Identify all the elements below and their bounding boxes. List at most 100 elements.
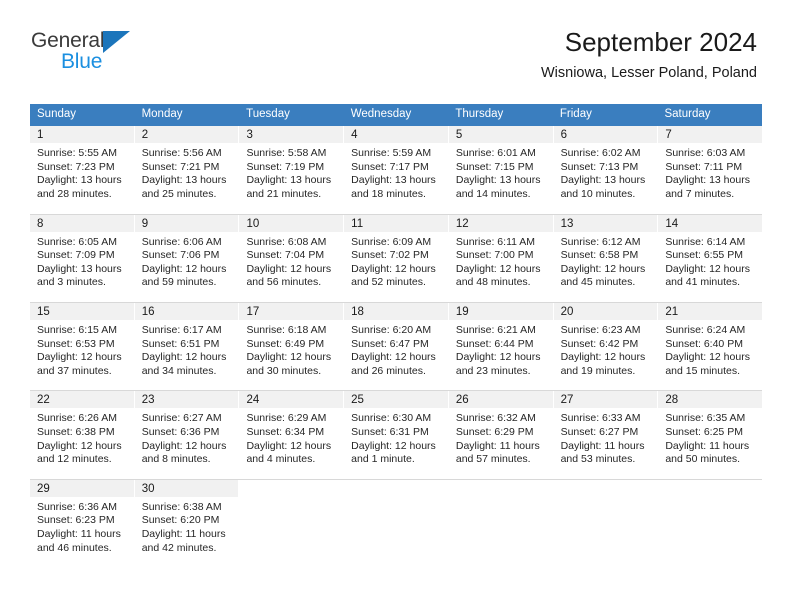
day-number: 5 bbox=[448, 126, 553, 144]
weekday-header-wednesday: Wednesday bbox=[343, 104, 449, 127]
sunrise-text: Sunrise: 6:15 AM bbox=[37, 323, 117, 336]
day-number: 13 bbox=[553, 214, 658, 232]
day-cell[interactable]: 27 Sunrise: 6:33 AM Sunset: 6:27 PM Dayligh… bbox=[553, 391, 659, 473]
day-cell[interactable]: 21 Sunrise: 6:24 AM Sunset: 6:40 PM Dayligh… bbox=[658, 302, 763, 385]
day-cell[interactable]: 8 Sunrise: 6:05 AM Sunset: 7:09 PM Daylight… bbox=[30, 214, 135, 296]
brand-line-1-wrapper: General bbox=[31, 29, 131, 53]
day-cell[interactable]: 2 Sunrise: 5:56 AM Sunset: 7:21 PM Daylight… bbox=[134, 126, 240, 208]
triangle-flag-icon bbox=[103, 31, 131, 53]
day-cell[interactable]: 28 Sunrise: 6:35 AM Sunset: 6:25 PM Dayligh… bbox=[658, 391, 763, 473]
day-details: Sunrise: 6:29 AM Sunset: 6:34 PM Daylight:… bbox=[239, 408, 343, 472]
day-cell[interactable]: 16 Sunrise: 6:17 AM Sunset: 6:51 PM Dayligh… bbox=[134, 302, 240, 385]
day-cell[interactable]: 29 Sunrise: 6:36 AM Sunset: 6:23 PM Dayligh… bbox=[30, 479, 135, 562]
day-number bbox=[554, 480, 658, 497]
sunrise-text: Sunrise: 6:27 AM bbox=[141, 412, 222, 425]
page-title: September 2024 bbox=[564, 27, 757, 57]
daylight-text-line1: Daylight: 13 hours bbox=[351, 174, 436, 187]
sunset-text: Sunset: 7:23 PM bbox=[37, 160, 115, 173]
daylight-text-line1: Daylight: 11 hours bbox=[665, 439, 750, 452]
day-cell[interactable]: 10 Sunrise: 6:08 AM Sunset: 7:04 PM Dayligh… bbox=[239, 214, 345, 296]
day-number: 21 bbox=[658, 302, 763, 320]
weekday-header-tuesday: Tuesday bbox=[239, 104, 344, 127]
day-number: 16 bbox=[134, 302, 239, 320]
sunrise-text: Sunrise: 6:08 AM bbox=[246, 235, 327, 248]
day-details: Sunrise: 5:55 AM Sunset: 7:23 PM Daylight:… bbox=[30, 143, 134, 207]
day-details bbox=[554, 497, 658, 561]
day-cell[interactable]: 7 Sunrise: 6:03 AM Sunset: 7:11 PM Daylight… bbox=[658, 126, 763, 208]
daylight-text-line1: Daylight: 11 hours bbox=[560, 439, 645, 452]
daylight-text-line2: and 12 minutes. bbox=[37, 453, 112, 466]
day-cell[interactable]: 19 Sunrise: 6:21 AM Sunset: 6:44 PM Dayligh… bbox=[448, 302, 554, 385]
day-cell[interactable]: 26 Sunrise: 6:32 AM Sunset: 6:29 PM Dayligh… bbox=[448, 391, 554, 473]
daylight-text-line2: and 10 minutes. bbox=[560, 188, 636, 200]
day-cell[interactable]: 9 Sunrise: 6:06 AM Sunset: 7:06 PM Daylight… bbox=[134, 214, 240, 296]
sunrise-text: Sunrise: 6:05 AM bbox=[37, 235, 117, 248]
sunset-text: Sunset: 6:38 PM bbox=[37, 425, 115, 438]
daylight-text-line1: Daylight: 12 hours bbox=[560, 262, 646, 275]
day-cell[interactable]: 24 Sunrise: 6:29 AM Sunset: 6:34 PM Dayligh… bbox=[239, 391, 345, 473]
day-number: 8 bbox=[30, 214, 134, 232]
daylight-text-line1: Daylight: 11 hours bbox=[37, 527, 121, 540]
day-number: 20 bbox=[553, 302, 658, 320]
day-number: 18 bbox=[344, 302, 448, 320]
day-details: Sunrise: 6:26 AM Sunset: 6:38 PM Daylight:… bbox=[30, 408, 134, 472]
daylight-text-line1: Daylight: 13 hours bbox=[665, 174, 750, 187]
weekday-header-sunday: Sunday bbox=[30, 104, 135, 127]
sunrise-text: Sunrise: 6:18 AM bbox=[246, 323, 327, 336]
day-details: Sunrise: 6:09 AM Sunset: 7:02 PM Daylight:… bbox=[344, 232, 448, 296]
day-details: Sunrise: 6:30 AM Sunset: 6:31 PM Daylight:… bbox=[344, 408, 448, 472]
day-number bbox=[239, 480, 343, 497]
day-number: 23 bbox=[134, 391, 239, 409]
day-details: Sunrise: 6:14 AM Sunset: 6:55 PM Daylight:… bbox=[658, 232, 762, 296]
day-cell[interactable]: 25 Sunrise: 6:30 AM Sunset: 6:31 PM Dayligh… bbox=[344, 391, 449, 473]
sunrise-text: Sunrise: 6:32 AM bbox=[455, 412, 536, 425]
sunset-text: Sunset: 6:40 PM bbox=[665, 337, 743, 350]
day-cell[interactable]: 30 Sunrise: 6:38 AM Sunset: 6:20 PM Dayligh… bbox=[134, 479, 240, 562]
day-cell[interactable]: 5 Sunrise: 6:01 AM Sunset: 7:15 PM Daylight… bbox=[448, 126, 554, 208]
day-details: Sunrise: 6:20 AM Sunset: 6:47 PM Daylight:… bbox=[344, 320, 448, 384]
day-number: 12 bbox=[448, 214, 553, 232]
sunset-text: Sunset: 6:29 PM bbox=[455, 425, 534, 438]
daylight-text-line2: and 46 minutes. bbox=[37, 541, 112, 554]
day-cell[interactable]: 13 Sunrise: 6:12 AM Sunset: 6:58 PM Dayligh… bbox=[553, 214, 659, 296]
day-cell[interactable]: 22 Sunrise: 6:26 AM Sunset: 6:38 PM Dayligh… bbox=[30, 391, 135, 473]
day-number bbox=[344, 480, 448, 497]
calendar-week-row: 29 Sunrise: 6:36 AM Sunset: 6:23 PM Dayligh… bbox=[30, 479, 763, 562]
day-number: 6 bbox=[553, 126, 658, 144]
daylight-text-line2: and 50 minutes. bbox=[665, 453, 741, 466]
sunrise-text: Sunrise: 6:11 AM bbox=[455, 235, 536, 248]
day-cell[interactable]: 3 Sunrise: 5:58 AM Sunset: 7:19 PM Daylight… bbox=[239, 126, 345, 208]
day-number bbox=[658, 480, 762, 497]
sunset-text: Sunset: 7:15 PM bbox=[455, 160, 534, 173]
day-cell[interactable]: 14 Sunrise: 6:14 AM Sunset: 6:55 PM Dayligh… bbox=[658, 214, 763, 296]
day-cell[interactable]: 15 Sunrise: 6:15 AM Sunset: 6:53 PM Dayligh… bbox=[30, 302, 135, 385]
day-cell[interactable]: 17 Sunrise: 6:18 AM Sunset: 6:49 PM Dayligh… bbox=[239, 302, 345, 385]
daylight-text-line1: Daylight: 12 hours bbox=[246, 351, 332, 364]
daylight-text-line1: Daylight: 12 hours bbox=[141, 351, 227, 364]
sunrise-text: Sunrise: 6:33 AM bbox=[560, 412, 641, 425]
general-blue-logo[interactable]: General Blue bbox=[31, 29, 131, 72]
weekday-header-monday: Monday bbox=[134, 104, 240, 127]
brand-name-general: General bbox=[31, 29, 105, 52]
day-cell[interactable]: 4 Sunrise: 5:59 AM Sunset: 7:17 PM Daylight… bbox=[344, 126, 449, 208]
sunset-text: Sunset: 6:25 PM bbox=[665, 425, 743, 438]
day-cell[interactable]: 20 Sunrise: 6:23 AM Sunset: 6:42 PM Dayligh… bbox=[553, 302, 659, 385]
day-details: Sunrise: 6:27 AM Sunset: 6:36 PM Daylight:… bbox=[135, 408, 239, 472]
sunset-text: Sunset: 6:34 PM bbox=[246, 425, 325, 438]
day-cell[interactable]: 18 Sunrise: 6:20 AM Sunset: 6:47 PM Dayligh… bbox=[344, 302, 449, 385]
sunrise-text: Sunrise: 6:35 AM bbox=[665, 412, 746, 425]
page-header: General Blue September 2024 Wisniowa, Le… bbox=[0, 0, 792, 81]
day-cell[interactable]: 11 Sunrise: 6:09 AM Sunset: 7:02 PM Dayligh… bbox=[344, 214, 449, 296]
day-number: 28 bbox=[658, 391, 763, 409]
sunset-text: Sunset: 7:02 PM bbox=[351, 249, 429, 262]
day-details: Sunrise: 5:56 AM Sunset: 7:21 PM Daylight:… bbox=[135, 143, 239, 207]
day-cell[interactable]: 1 Sunrise: 5:55 AM Sunset: 7:23 PM Daylight… bbox=[30, 126, 135, 208]
day-cell[interactable]: 23 Sunrise: 6:27 AM Sunset: 6:36 PM Dayligh… bbox=[134, 391, 240, 473]
daylight-text-line1: Daylight: 13 hours bbox=[560, 174, 646, 187]
daylight-text-line2: and 56 minutes. bbox=[246, 276, 322, 289]
day-cell[interactable]: 12 Sunrise: 6:11 AM Sunset: 7:00 PM Dayligh… bbox=[448, 214, 554, 296]
daylight-text-line2: and 18 minutes. bbox=[351, 188, 426, 200]
sunset-text: Sunset: 7:13 PM bbox=[560, 160, 639, 173]
day-cell[interactable]: 6 Sunrise: 6:02 AM Sunset: 7:13 PM Daylight… bbox=[553, 126, 659, 208]
weekday-header-row: Sunday Monday Tuesday Wednesday Thursday… bbox=[30, 104, 763, 127]
